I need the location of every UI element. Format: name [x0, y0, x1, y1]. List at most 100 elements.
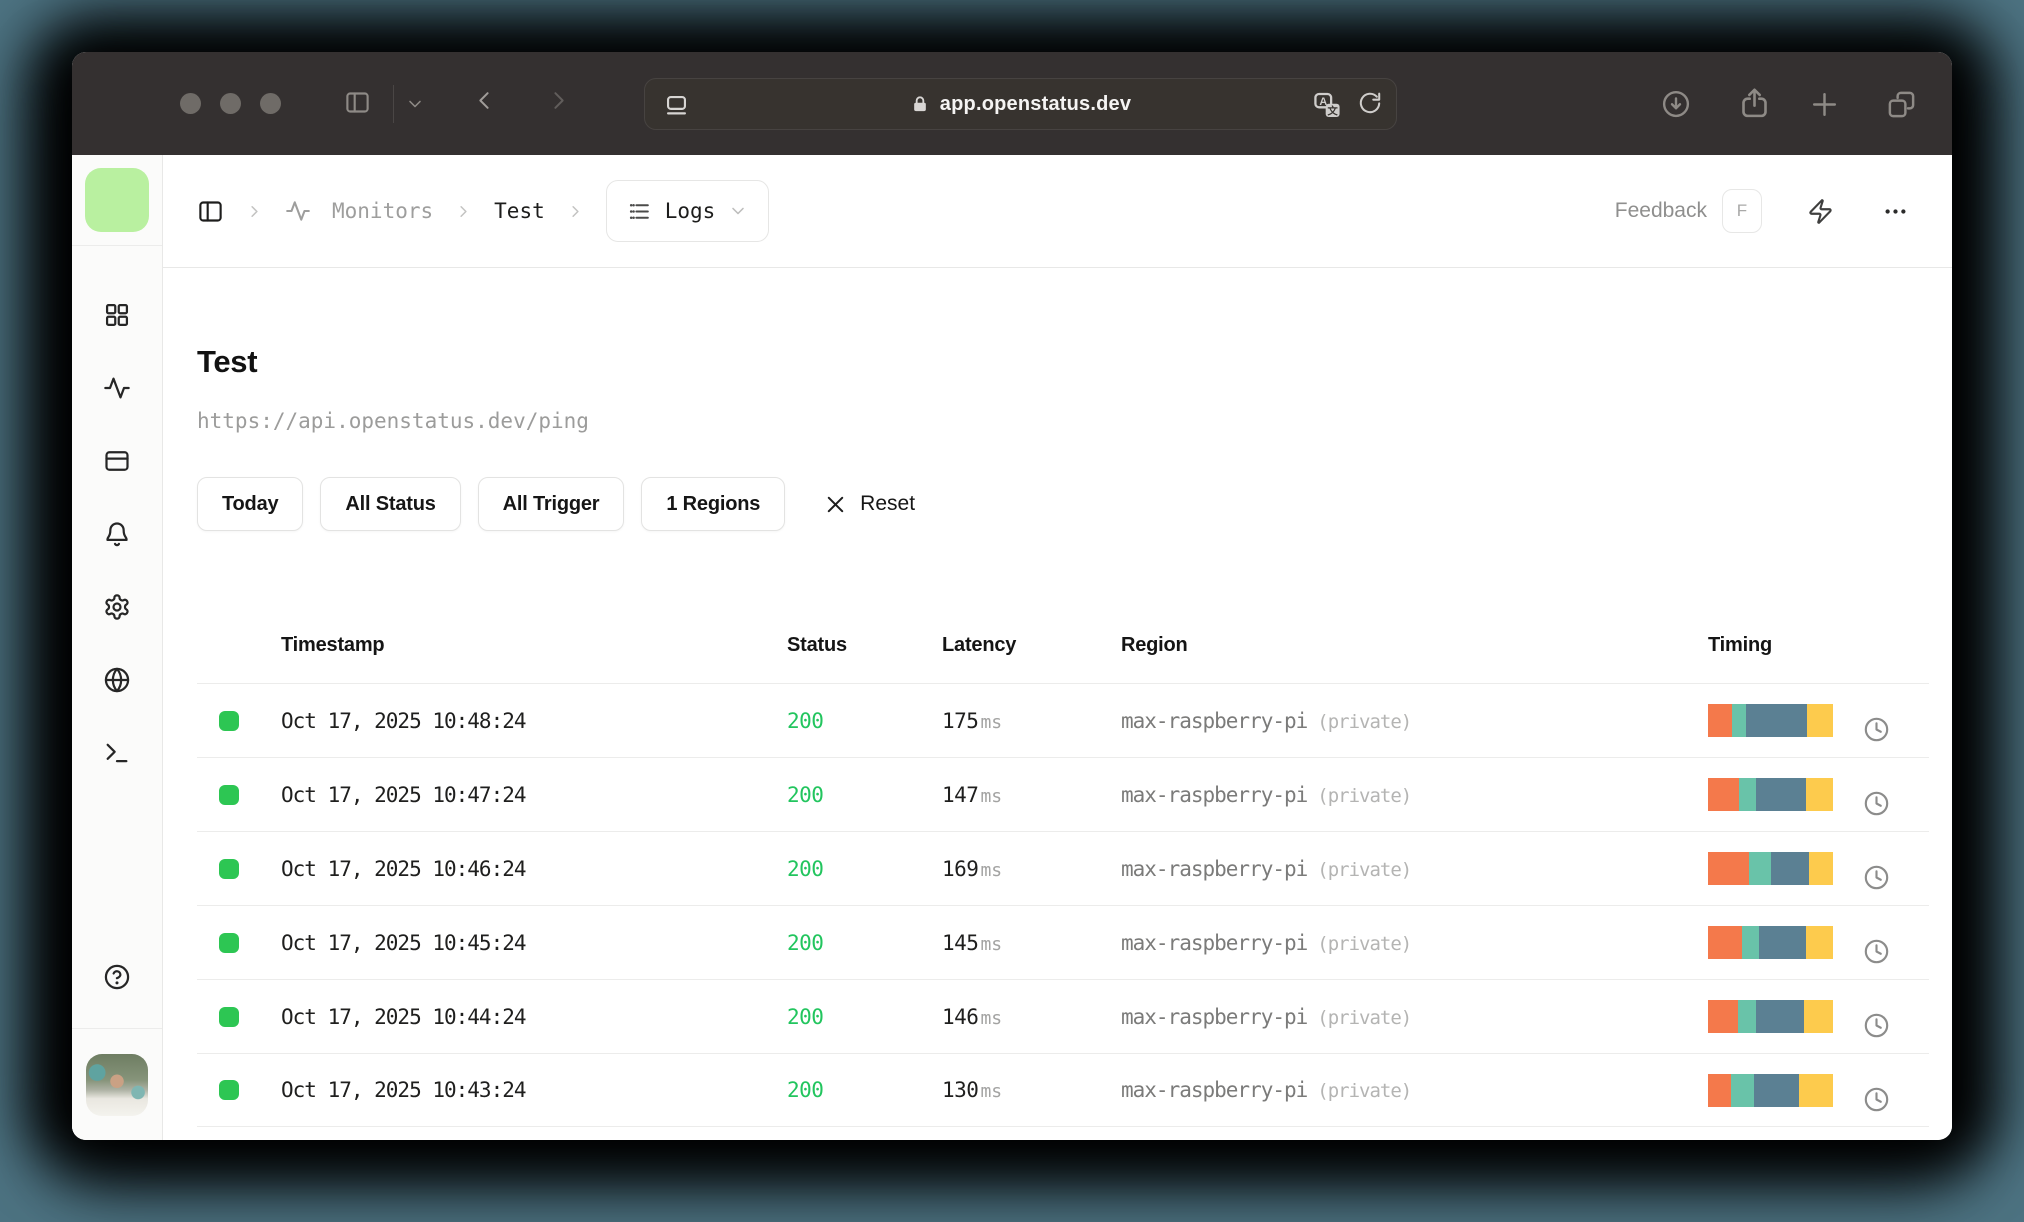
clock-icon[interactable] [1863, 938, 1929, 965]
share-icon[interactable] [1738, 87, 1771, 120]
breadcrumb: Monitors Test Logs [197, 180, 770, 242]
timing-segment [1770, 852, 1810, 885]
tab-group-chevron-icon[interactable] [405, 94, 425, 114]
clock-icon[interactable] [1863, 864, 1929, 891]
sidebar-nav [72, 246, 162, 767]
status-indicator [219, 1080, 239, 1100]
sidebar-item-terminal[interactable] [103, 739, 131, 767]
timing-segment [1805, 778, 1833, 811]
feedback-button[interactable]: Feedback [1615, 199, 1707, 223]
log-status: 200 [787, 930, 824, 955]
log-row[interactable]: Oct 17, 2025 10:45:24 200 145 ms max-rasp… [197, 905, 1929, 979]
log-region: max-raspberry-pi (private) [1121, 1004, 1412, 1029]
workspace-logo-section [72, 155, 162, 246]
log-row[interactable]: Oct 17, 2025 10:47:24 200 147 ms max-rasp… [197, 757, 1929, 831]
app-header: Monitors Test Logs Feedback F [163, 155, 1952, 268]
timing-segment [1731, 704, 1746, 737]
sidebar-item-status-pages[interactable] [103, 447, 131, 475]
clock-icon[interactable] [1863, 790, 1929, 817]
breadcrumb-monitor-name[interactable]: Test [494, 199, 545, 223]
log-row[interactable]: Oct 17, 2025 10:46:24 200 169 ms max-rasp… [197, 831, 1929, 905]
help-icon[interactable] [103, 963, 131, 991]
timing-segment [1799, 1073, 1833, 1107]
browser-chrome: app.openstatus.dev A文 [72, 52, 1952, 155]
timing-segment [1708, 1073, 1731, 1107]
more-menu-icon[interactable] [1882, 198, 1909, 225]
tab-overview-icon[interactable] [1886, 89, 1917, 120]
breadcrumb-chevron-icon [245, 202, 264, 221]
timing-segment [1708, 852, 1750, 885]
reset-filters-button[interactable]: Reset [824, 492, 915, 516]
filter-button-all-status[interactable]: All Status [320, 477, 461, 531]
log-region: max-raspberry-pi (private) [1121, 708, 1412, 733]
status-indicator [219, 710, 239, 731]
zoom-button[interactable] [260, 93, 281, 114]
close-button[interactable] [180, 93, 201, 114]
log-region: max-raspberry-pi (private) [1121, 930, 1412, 955]
log-latency: 130 ms [942, 1078, 1003, 1102]
log-latency: 175 ms [942, 708, 1003, 733]
back-icon[interactable] [472, 88, 497, 113]
log-row[interactable]: Oct 17, 2025 10:48:24 200 175 ms max-rasp… [197, 683, 1929, 757]
new-tab-icon[interactable] [1809, 89, 1840, 120]
log-row[interactable]: Oct 17, 2025 10:44:24 200 146 ms max-rasp… [197, 979, 1929, 1053]
sidebar-item-monitors-activity[interactable] [103, 374, 131, 402]
view-selector-button[interactable]: Logs [605, 180, 770, 242]
sidebar-item-dashboard-grid[interactable] [103, 301, 131, 329]
log-timestamp: Oct 17, 2025 10:47:24 [281, 782, 527, 807]
filter-button-all-trigger[interactable]: All Trigger [477, 477, 625, 531]
page-content: Test https://api.openstatus.dev/ping Tod… [163, 268, 1952, 1127]
forward-icon[interactable] [546, 88, 571, 113]
downloads-icon[interactable] [1661, 89, 1691, 119]
col-latency: Latency [942, 634, 1017, 656]
sidebar-toggle-icon[interactable] [344, 89, 371, 116]
address-text: app.openstatus.dev [939, 92, 1132, 115]
workspace-logo[interactable] [85, 168, 149, 232]
reload-icon[interactable] [1357, 91, 1383, 117]
address-bar[interactable]: app.openstatus.dev A文 [644, 78, 1397, 130]
sidebar-item-notifications-bell[interactable] [103, 520, 131, 548]
clock-icon[interactable] [1863, 716, 1929, 743]
log-latency: 147 ms [942, 782, 1003, 807]
clock-icon[interactable] [1863, 1086, 1929, 1113]
log-region: max-raspberry-pi (private) [1121, 856, 1412, 881]
sidebar-item-globe[interactable] [103, 666, 131, 694]
log-latency: 169 ms [942, 856, 1003, 881]
timing-segment [1749, 852, 1771, 885]
monitor-endpoint: https://api.openstatus.dev/ping [197, 409, 589, 433]
app-sidebar-toggle-icon[interactable] [197, 198, 224, 225]
log-row[interactable]: Oct 17, 2025 10:43:24 200 130 ms max-rasp… [197, 1053, 1929, 1127]
chevron-down-icon [728, 201, 748, 221]
timing-segment [1809, 852, 1833, 885]
header-actions: Feedback F [1615, 189, 1909, 233]
filter-button-today[interactable]: Today [197, 477, 304, 531]
filter-button-1-regions[interactable]: 1 Regions [641, 477, 786, 531]
timing-bar [1708, 778, 1833, 811]
app-sidebar [72, 155, 163, 1140]
timing-segment [1741, 926, 1760, 959]
log-timestamp: Oct 17, 2025 10:44:24 [281, 1004, 527, 1029]
status-indicator [219, 858, 239, 879]
logs-table: Timestamp Status Latency Region Timing O… [197, 608, 1929, 1127]
main-area: Monitors Test Logs Feedback F Test https… [163, 155, 1952, 1140]
log-status: 200 [787, 856, 824, 881]
log-status: 200 [787, 782, 824, 807]
feedback-shortcut-badge: F [1722, 189, 1762, 233]
lock-icon [910, 94, 930, 114]
sidebar-item-settings-gear[interactable] [103, 593, 131, 621]
timing-segment [1708, 1000, 1738, 1033]
col-timestamp: Timestamp [281, 634, 385, 656]
log-status: 200 [787, 708, 824, 733]
log-region: max-raspberry-pi (private) [1121, 1078, 1412, 1102]
minimize-button[interactable] [220, 93, 241, 114]
timing-segment [1708, 926, 1742, 959]
log-status: 200 [787, 1004, 824, 1029]
status-indicator [219, 784, 239, 805]
translate-icon[interactable]: A文 [1313, 91, 1342, 120]
timing-segment [1745, 704, 1807, 737]
zap-icon[interactable] [1807, 198, 1834, 225]
user-avatar[interactable] [86, 1054, 148, 1116]
breadcrumb-monitors[interactable]: Monitors [332, 199, 433, 223]
clock-icon[interactable] [1863, 1012, 1929, 1039]
timing-bar [1708, 1073, 1833, 1107]
